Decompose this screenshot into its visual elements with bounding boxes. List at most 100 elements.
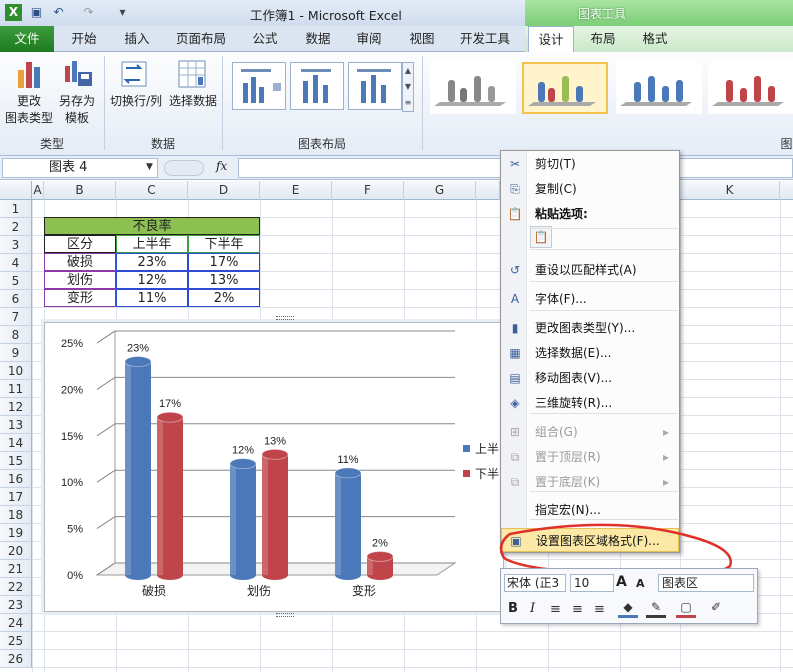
row-header-26[interactable]: 26 [0, 650, 32, 668]
save-as-template-button[interactable]: 另存为 模板 [54, 93, 100, 127]
menu-item-0[interactable]: ✂ 剪切(T) [501, 152, 679, 176]
table-cell[interactable]: 划伤 [44, 271, 116, 289]
row-header-17[interactable]: 17 [0, 488, 32, 506]
row-header-21[interactable]: 21 [0, 560, 32, 578]
chart-resize-handle-top[interactable] [276, 316, 294, 320]
shrink-font-button[interactable]: A [636, 577, 645, 590]
column-header-f[interactable]: F [332, 181, 404, 200]
chart-style-1[interactable] [430, 62, 516, 114]
row-header-11[interactable]: 11 [0, 380, 32, 398]
row-header-12[interactable]: 12 [0, 398, 32, 416]
table-header-cell[interactable]: 区分 [44, 235, 116, 253]
tab-review[interactable]: 审阅 [345, 26, 393, 52]
table-header-cell[interactable]: 下半年 [188, 235, 260, 253]
row-header-4[interactable]: 4 [0, 254, 32, 272]
row-header-6[interactable]: 6 [0, 290, 32, 308]
select-all-corner[interactable] [0, 181, 32, 200]
column-header-k[interactable]: K [680, 181, 780, 200]
column-header-a[interactable]: A [32, 181, 44, 200]
tab-developer[interactable]: 开发工具 [452, 26, 518, 52]
align-left-icon[interactable]: ≡ [550, 602, 561, 617]
name-box[interactable]: 图表 4 [2, 158, 158, 178]
format-painter-icon[interactable]: ✐ [706, 600, 726, 618]
table-header-cell[interactable]: 上半年 [116, 235, 188, 253]
row-header-14[interactable]: 14 [0, 434, 32, 452]
switch-row-column-button[interactable]: 切换行/列 [108, 93, 164, 110]
row-header-7[interactable]: 7 [0, 308, 32, 326]
column-header-b[interactable]: B [44, 181, 116, 200]
table-cell[interactable]: 13% [188, 271, 260, 289]
row-header-20[interactable]: 20 [0, 542, 32, 560]
tab-file[interactable]: 文件 [0, 26, 54, 52]
save-icon[interactable]: ▣ [28, 4, 45, 21]
row-header-16[interactable]: 16 [0, 470, 32, 488]
menu-item-9[interactable]: ⊞ 组合(G) ▸ [501, 420, 679, 444]
insert-function-icon[interactable]: fx [216, 159, 227, 173]
tab-data[interactable]: 数据 [294, 26, 342, 52]
chart-element-select[interactable]: 图表区 [658, 574, 754, 592]
formula-bar-splitter[interactable] [164, 160, 204, 176]
menu-item-10[interactable]: ⧉ 置于顶层(R) ▸ [501, 445, 679, 469]
select-data-button[interactable]: 选择数据 [166, 93, 220, 110]
table-cell[interactable]: 17% [188, 253, 260, 271]
chart-resize-handle-bottom[interactable] [276, 613, 294, 617]
column-header-h[interactable] [476, 181, 500, 200]
menu-item-6[interactable]: ▦ 选择数据(E)... [501, 341, 679, 365]
row-header-22[interactable]: 22 [0, 578, 32, 596]
row-header-8[interactable]: 8 [0, 326, 32, 344]
chart-style-4[interactable] [708, 62, 793, 114]
change-chart-type-button[interactable]: 更改 图表类型 [2, 93, 56, 127]
table-title-cell[interactable]: 不良率 [44, 217, 260, 235]
chart-layout-2[interactable] [290, 62, 344, 110]
align-right-icon[interactable]: ≡ [594, 602, 605, 617]
tab-page-layout[interactable]: 页面布局 [168, 26, 234, 52]
table-cell[interactable]: 破损 [44, 253, 116, 271]
menu-item-4[interactable]: A 字体(F)... [501, 287, 679, 311]
menu-item-3[interactable]: ↺ 重设以匹配样式(A) [501, 258, 679, 282]
undo-icon[interactable]: ↶ [50, 4, 67, 21]
tab-formulas[interactable]: 公式 [241, 26, 289, 52]
table-cell[interactable]: 23% [116, 253, 188, 271]
row-header-9[interactable]: 9 [0, 344, 32, 362]
tab-layout[interactable]: 布局 [580, 26, 626, 52]
table-cell[interactable]: 变形 [44, 289, 116, 307]
tab-view[interactable]: 视图 [398, 26, 446, 52]
font-name-select[interactable]: 宋体 (正3 [504, 574, 566, 592]
italic-button[interactable]: I [530, 601, 535, 616]
row-header-18[interactable]: 18 [0, 506, 32, 524]
tab-design[interactable]: 设计 [528, 26, 574, 53]
customize-qat-icon[interactable]: ▾ [114, 4, 131, 21]
chart-style-2-selected[interactable] [522, 62, 608, 114]
menu-item-7[interactable]: ▤ 移动图表(V)... [501, 366, 679, 390]
row-header-10[interactable]: 10 [0, 362, 32, 380]
tab-home[interactable]: 开始 [60, 26, 108, 52]
table-cell[interactable]: 2% [188, 289, 260, 307]
chart-layout-1[interactable] [232, 62, 286, 110]
row-header-1[interactable]: 1 [0, 200, 32, 218]
bold-button[interactable]: B [508, 601, 518, 616]
redo-icon[interactable]: ↷ [80, 4, 97, 21]
row-header-25[interactable]: 25 [0, 632, 32, 650]
row-header-3[interactable]: 3 [0, 236, 32, 254]
menu-item-2[interactable]: 📋 粘贴选项: [501, 202, 679, 226]
line-color-icon[interactable]: ✎ [646, 600, 666, 618]
row-header-19[interactable]: 19 [0, 524, 32, 542]
paste-option-icon[interactable]: 📋 [530, 226, 552, 248]
font-size-select[interactable]: 10 [570, 574, 614, 592]
chart-style-3[interactable] [616, 62, 702, 114]
menu-item-5[interactable]: ▮ 更改图表类型(Y)... [501, 316, 679, 340]
row-header-2[interactable]: 2 [0, 218, 32, 236]
row-header-13[interactable]: 13 [0, 416, 32, 434]
column-header-c[interactable]: C [116, 181, 188, 200]
tab-insert[interactable]: 插入 [113, 26, 161, 52]
row-header-23[interactable]: 23 [0, 596, 32, 614]
layout-gallery-scroll[interactable]: ▲ ▼ ≡ [402, 62, 414, 112]
chart-layout-3[interactable] [348, 62, 402, 110]
column-header-d[interactable]: D [188, 181, 260, 200]
fill-color-icon[interactable]: ◆ [618, 600, 638, 618]
chart-area[interactable]: 0% 5% 10% 15% 20% 25% 23% 17% 破损 12% 13% 划伤 11% 2% 变形 上… [44, 322, 504, 612]
row-header-5[interactable]: 5 [0, 272, 32, 290]
column-header-e[interactable]: E [260, 181, 332, 200]
row-header-24[interactable]: 24 [0, 614, 32, 632]
name-box-dropdown-icon[interactable]: ▼ [146, 162, 153, 172]
